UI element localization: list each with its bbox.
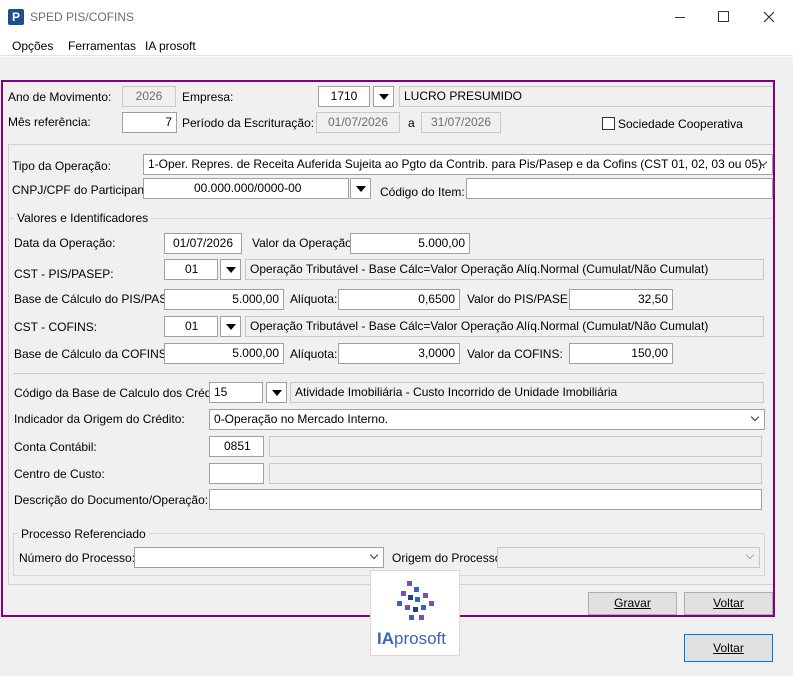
periodo-fim-field[interactable]: 31/07/2026	[421, 112, 501, 133]
sociedade-label[interactable]: Sociedade Cooperativa	[618, 117, 743, 131]
mes-label: Mês referência:	[8, 115, 91, 129]
empresa-dropdown-button[interactable]	[373, 86, 394, 107]
numero-label: Número do Processo:	[19, 551, 136, 565]
cod-base-label: Código da Base de Calculo dos Créditos:	[14, 386, 234, 400]
origem-select[interactable]	[497, 547, 760, 568]
voltar-outer-label: Voltar	[713, 641, 744, 655]
tipo-select[interactable]: 1-Oper. Repres. de Receita Auferida Suje…	[143, 154, 773, 175]
menu-ia-prosoft[interactable]: IA prosoft	[145, 39, 196, 53]
cst-cofins-desc-field: Operação Tributável - Base Cálc=Valor Op…	[245, 316, 764, 337]
empresa-code-field[interactable]: 1710	[318, 86, 370, 107]
valor-pis-label: Valor do PIS/PASEP:	[467, 292, 580, 306]
voltar-inner-label: Voltar	[713, 596, 744, 610]
cst-cofins-dropdown-button[interactable]	[220, 316, 241, 337]
gravar-label: Gravar	[614, 596, 651, 610]
periodo-label: Período da Escrituração:	[182, 116, 315, 130]
voltar-inner-button[interactable]: Voltar	[684, 592, 773, 615]
aliq-pis-label: Alíquota:	[290, 292, 338, 306]
logo-text-prosoft: prosoft	[394, 629, 446, 648]
logo-text-ia: IA	[377, 629, 394, 648]
cst-pis-desc-field: Operação Tributável - Base Cálc=Valor Op…	[245, 259, 764, 280]
base-pis-label: Base de Cálculo do PIS/PASEP:	[14, 292, 187, 306]
origem-chevron-down-icon[interactable]	[742, 548, 759, 567]
conta-field[interactable]: 0851	[209, 436, 264, 457]
base-cofins-field[interactable]: 5.000,00	[164, 343, 284, 364]
origem-label: Origem do Processo:	[392, 551, 505, 565]
ano-label: Ano de Movimento:	[8, 90, 112, 104]
menu-opcoes[interactable]: Opções	[12, 39, 53, 53]
data-field[interactable]: 01/07/2026	[164, 233, 242, 254]
codigo-item-field[interactable]	[466, 178, 773, 199]
ano-field[interactable]: 2026	[122, 86, 176, 107]
base-pis-field[interactable]: 5.000,00	[164, 289, 284, 310]
cod-base-dropdown-button[interactable]	[266, 382, 287, 403]
valor-cofins-label: Valor da COFINS:	[467, 347, 563, 361]
cnpj-dropdown-button[interactable]	[350, 178, 371, 199]
aliq-cofins-label: Alíquota:	[290, 347, 338, 361]
logo-mark-icon	[397, 581, 434, 620]
base-cofins-label: Base de Cálculo da COFINS:	[14, 347, 171, 361]
data-label: Data da Operação:	[14, 236, 116, 250]
centro-field[interactable]	[209, 463, 264, 484]
aliq-cofins-field[interactable]: 3,0000	[338, 343, 460, 364]
gravar-button[interactable]: Gravar	[588, 592, 677, 615]
cst-pis-code-field[interactable]: 01	[164, 259, 218, 280]
cst-pis-dropdown-button[interactable]	[220, 259, 241, 280]
sociedade-checkbox[interactable]	[602, 117, 615, 130]
valores-title: Valores e Identificadores	[14, 211, 152, 225]
menu-ferramentas[interactable]: Ferramentas	[68, 39, 136, 53]
descricao-field[interactable]	[209, 489, 762, 510]
close-button[interactable]	[746, 0, 793, 34]
ia-prosoft-logo: IAprosoft	[370, 570, 460, 656]
logo-wordmark: IAprosoft	[377, 629, 446, 649]
cst-cofins-label: CST - COFINS:	[14, 320, 98, 334]
descricao-label: Descrição do Documento/Operação:	[14, 493, 209, 507]
indicador-label: Indicador da Origem do Crédito:	[14, 412, 185, 426]
valor-label: Valor da Operação:	[252, 236, 356, 250]
empresa-name-field: LUCRO PRESUMIDO	[399, 86, 774, 107]
periodo-inicio-field[interactable]: 01/07/2026	[316, 112, 400, 133]
valor-pis-field[interactable]: 32,50	[569, 289, 673, 310]
indicador-select[interactable]: 0-Operação no Mercado Interno.	[209, 409, 765, 430]
title-bar: P SPED PIS/COFINS	[0, 0, 793, 34]
cst-pis-label: CST - PIS/PASEP:	[14, 267, 114, 281]
window-title: SPED PIS/COFINS	[30, 10, 135, 24]
menu-bar: Opções Ferramentas IA prosoft	[0, 34, 793, 56]
empresa-label: Empresa:	[182, 90, 234, 104]
maximize-button[interactable]	[702, 0, 746, 34]
centro-label: Centro de Custo:	[14, 467, 105, 481]
valor-cofins-field[interactable]: 150,00	[569, 343, 673, 364]
numero-select[interactable]	[134, 547, 384, 568]
processo-title: Processo Referenciado	[18, 527, 149, 541]
tipo-chevron-down-icon[interactable]	[755, 155, 772, 174]
centro-desc-field	[269, 463, 762, 484]
cod-base-desc-field: Atividade Imobiliária - Custo Incorrido …	[290, 382, 764, 403]
minimize-icon	[675, 17, 685, 18]
numero-chevron-down-icon[interactable]	[366, 548, 383, 567]
conta-label: Conta Contábil:	[14, 440, 97, 454]
cnpj-field[interactable]: 00.000.000/0000-00	[143, 178, 349, 199]
cst-cofins-code-field[interactable]: 01	[164, 316, 218, 337]
voltar-outer-button[interactable]: Voltar	[684, 634, 773, 662]
separator-line	[14, 373, 765, 374]
mes-field[interactable]: 7	[122, 112, 177, 133]
maximize-icon	[718, 11, 729, 22]
aliq-pis-field[interactable]: 0,6500	[338, 289, 460, 310]
cnpj-label: CNPJ/CPF do Participante:	[12, 183, 158, 197]
app-icon: P	[8, 9, 24, 25]
minimize-button[interactable]	[658, 0, 702, 34]
conta-desc-field	[269, 436, 762, 457]
indicador-chevron-down-icon[interactable]	[747, 410, 764, 429]
valor-field[interactable]: 5.000,00	[350, 233, 470, 254]
tipo-label: Tipo da Operação:	[12, 159, 111, 173]
periodo-sep: a	[408, 116, 415, 130]
close-icon	[763, 11, 775, 23]
codigo-item-label: Código do Item:	[380, 185, 465, 199]
cod-base-code-field[interactable]: 15	[209, 382, 263, 403]
